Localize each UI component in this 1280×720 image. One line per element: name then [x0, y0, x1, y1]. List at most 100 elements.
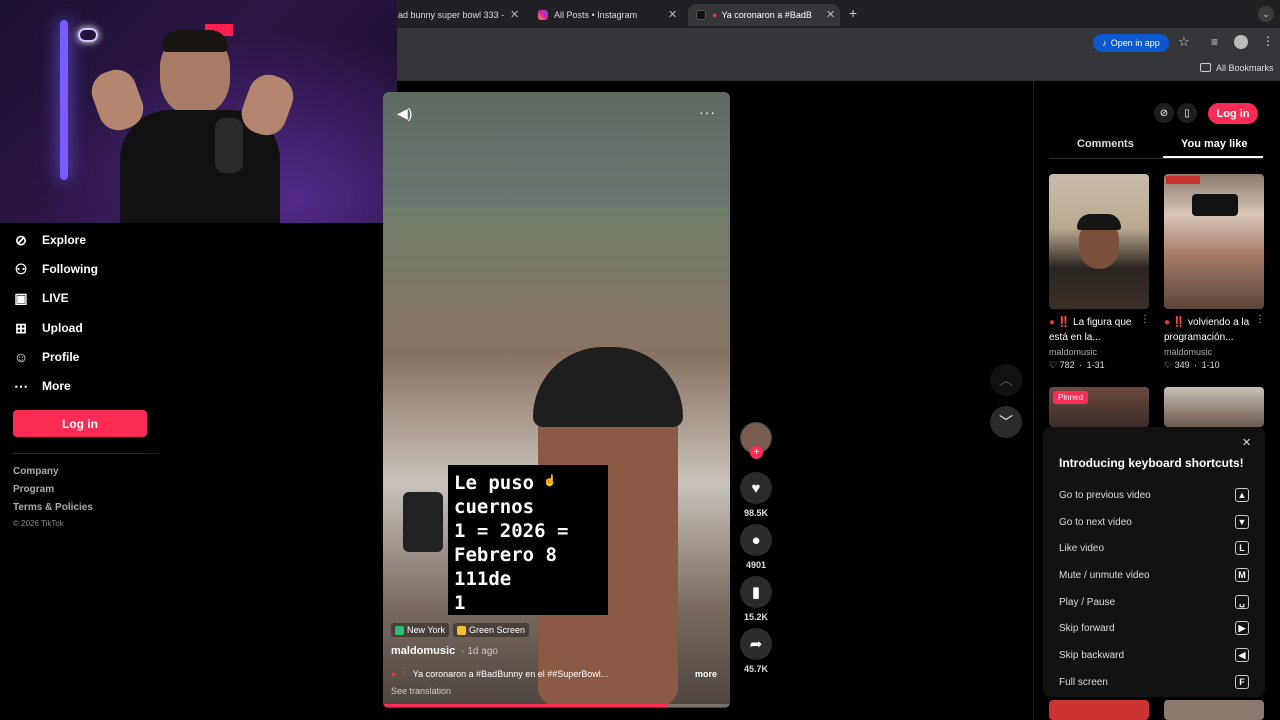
instagram-icon	[538, 10, 548, 20]
previous-video-button[interactable]: ︿	[990, 364, 1022, 396]
card-title[interactable]: ● ‼️ La figura que está en la...	[1049, 315, 1149, 345]
shortcut-row: Go to next video ▼	[1059, 514, 1249, 530]
browser-tab[interactable]: All Posts • Instagram	[530, 4, 680, 26]
thumbnail-banner	[1166, 176, 1200, 184]
new-tab-icon[interactable]: +	[849, 5, 857, 21]
effect-chip[interactable]: Green Screen	[453, 623, 530, 637]
progress-fill	[383, 704, 668, 707]
card-stats: ♡ 782 · 1-31	[1049, 360, 1105, 370]
username[interactable]: maldomusic	[391, 645, 455, 657]
close-tab-icon[interactable]: ✕	[826, 8, 835, 21]
sidebar-item-more[interactable]: ⋯ More	[13, 375, 71, 397]
tab-comments[interactable]: Comments	[1077, 138, 1134, 150]
save-button[interactable]: ▮	[740, 576, 772, 608]
chevron-down-icon[interactable]: ⌄	[1258, 6, 1274, 22]
location-label: New York	[407, 625, 446, 635]
video-thumbnail[interactable]	[1049, 174, 1149, 309]
chevron-down-icon: ﹀	[999, 414, 1013, 430]
alert-icon: ‼	[401, 669, 407, 679]
video-player[interactable]: ◀) ··· Le puso cuernos 1 = 2026 = Febrer…	[383, 92, 730, 708]
card-username[interactable]: maldomusic	[1049, 347, 1097, 357]
more-icon: ⋯	[14, 377, 28, 394]
video-thumbnail[interactable]	[1164, 174, 1264, 309]
all-bookmarks-link[interactable]: All Bookmarks	[1216, 63, 1274, 73]
shortcut-row: Skip forward ▶	[1059, 620, 1249, 636]
progress-bar[interactable]	[383, 704, 730, 707]
sidebar-item-explore[interactable]: ⊘ Explore	[13, 229, 86, 251]
card-menu-icon[interactable]: ⋮	[1255, 314, 1265, 325]
sidebar-item-following[interactable]: ⚇ Following	[13, 258, 98, 280]
compass-icon: ⊘	[15, 231, 27, 248]
chevron-up-icon: ︿	[999, 372, 1013, 388]
sidebar-item-profile[interactable]: ☺ Profile	[13, 346, 80, 368]
description-text: Ya coronaron a #BadBunny en el ##SuperBo…	[412, 669, 609, 679]
bookmark-icon: ▮	[751, 584, 761, 601]
card-title[interactable]: ● ‼️ volviendo a la programación...	[1164, 315, 1264, 345]
arrow-down-key-icon: ▼	[1235, 515, 1249, 529]
microphone	[215, 118, 243, 173]
header-login-button[interactable]: Log in	[1208, 103, 1258, 124]
close-tab-icon[interactable]: ✕	[510, 8, 519, 21]
shortcut-row: Like video L	[1059, 540, 1249, 556]
close-icon[interactable]: ✕	[1242, 436, 1251, 449]
open-in-app-button[interactable]: ♪ Open in app	[1093, 34, 1169, 52]
card-username[interactable]: maldomusic	[1164, 347, 1212, 357]
star-icon[interactable]: ☆	[1178, 34, 1190, 50]
card-title-text: ‼️ La figura que está en la...	[1049, 317, 1132, 343]
follow-plus-icon[interactable]: +	[750, 446, 763, 459]
browser-tab-active[interactable]: ● Ya coronaron a #BadB	[688, 4, 840, 26]
video-thumbnail[interactable]: Pinned	[1049, 387, 1149, 427]
video-thumbnail[interactable]	[1049, 700, 1149, 720]
sidebar-item-live[interactable]: ▣ LIVE	[13, 287, 68, 309]
video-description: ● ‼ Ya coronaron a #BadBunny en el ##Sup…	[391, 669, 636, 679]
phone-icon[interactable]: ▯	[1177, 103, 1197, 123]
more-link[interactable]: more	[695, 669, 717, 679]
shortcut-label: Skip forward	[1059, 622, 1115, 634]
shortcut-label: Play / Pause	[1059, 596, 1116, 608]
kebab-menu-icon[interactable]: ⋮	[1262, 34, 1274, 48]
reading-list-icon[interactable]: ≡	[1211, 35, 1218, 49]
video-thumbnail[interactable]	[1164, 387, 1264, 427]
streamer-hair	[162, 30, 228, 52]
sidebar-item-label: Explore	[42, 233, 87, 247]
like-button[interactable]: ♥	[740, 472, 772, 504]
sidebar-item-label: Profile	[42, 350, 80, 364]
card-title-text: ‼️ volviendo a la programación...	[1164, 317, 1250, 343]
footer-link-company[interactable]: Company	[13, 466, 59, 477]
volume-icon[interactable]: ◀)	[397, 105, 412, 122]
card-likes: 782	[1059, 360, 1075, 370]
footer-link-terms[interactable]: Terms & Policies	[13, 502, 93, 513]
card-likes: 349	[1174, 360, 1190, 370]
login-button[interactable]: Log in	[13, 410, 147, 437]
shortcut-row: Mute / unmute video M	[1059, 567, 1249, 583]
tab-you-may-like[interactable]: You may like	[1181, 138, 1247, 150]
shortcut-label: Mute / unmute video	[1059, 569, 1150, 581]
video-overlay-text: Le puso cuernos 1 = 2026 = Febrero 8 111…	[448, 465, 608, 615]
location-chip[interactable]: New York	[391, 623, 450, 637]
browser-tab[interactable]: ad bunny super bowl 333 -	[390, 4, 525, 26]
sidebar-item-label: Upload	[42, 321, 83, 335]
shortcut-label: Full screen	[1059, 676, 1108, 688]
sidebar-item-upload[interactable]: ⊞ Upload	[13, 317, 83, 339]
avatar[interactable]	[1234, 35, 1248, 49]
shortcut-label: Like video	[1059, 542, 1105, 554]
compass-icon[interactable]: ⊘	[1154, 103, 1174, 123]
see-translation-link[interactable]: See translation	[391, 686, 451, 696]
heart-icon: ♥	[751, 479, 761, 497]
siren-icon: ●	[391, 669, 397, 679]
video-author[interactable]: maldomusic · 1d ago	[391, 645, 498, 657]
tiktok-icon	[696, 10, 706, 20]
footer-link-program[interactable]: Program	[13, 484, 54, 495]
comment-button[interactable]: ●	[740, 524, 772, 556]
cursor-icon: ☝	[543, 475, 557, 487]
share-button[interactable]: ➦	[740, 628, 772, 660]
card-menu-icon[interactable]: ⋮	[1140, 314, 1150, 325]
card-date: 1-10	[1201, 360, 1220, 370]
video-thumbnail[interactable]	[1164, 700, 1264, 720]
more-options-icon[interactable]: ···	[699, 104, 716, 120]
next-video-button[interactable]: ﹀	[990, 406, 1022, 438]
f-key-icon: F	[1235, 675, 1249, 689]
close-tab-icon[interactable]: ✕	[668, 8, 677, 21]
sidebar-item-label: Following	[42, 262, 98, 276]
open-in-app-label: Open in app	[1110, 38, 1160, 48]
